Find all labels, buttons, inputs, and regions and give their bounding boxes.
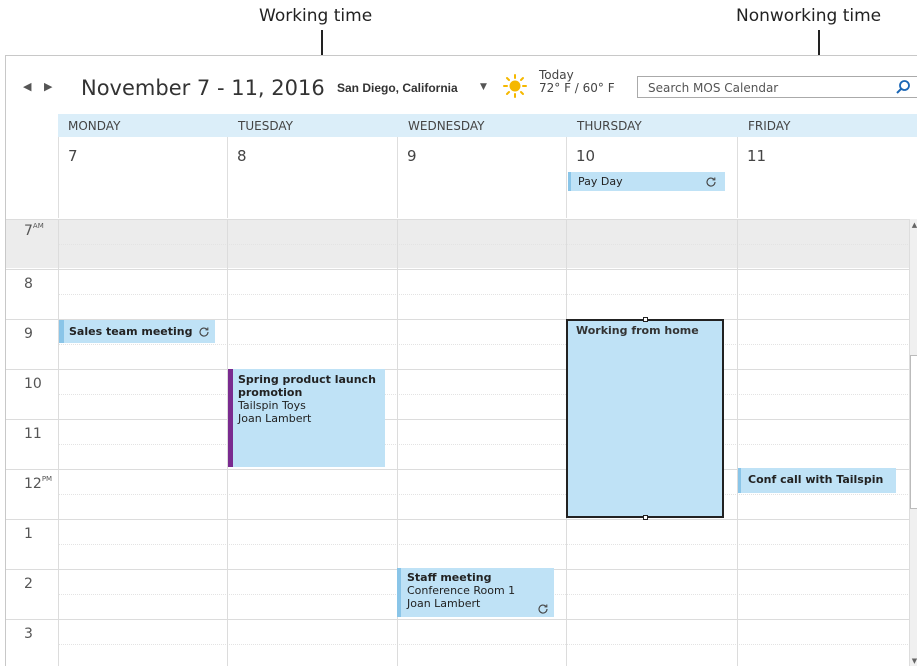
nonworking-time-callout: Nonworking time — [736, 6, 882, 26]
event-working-from-home-selected[interactable]: Working from home — [566, 317, 724, 520]
event-title: Spring product launch promotion — [238, 373, 376, 399]
half-hour-line — [58, 294, 910, 295]
event-details: Spring product launch promotion Tailspin… — [238, 373, 381, 425]
event-pay-day[interactable]: Pay Day — [568, 172, 725, 191]
calendar-window: ◀ ▶ November 7 - 11, 2016 San Diego, Cal… — [5, 55, 917, 666]
hour-label: 9 — [24, 326, 33, 342]
hour-label: 3 — [24, 626, 33, 642]
half-hour-line — [58, 394, 910, 395]
search-icon[interactable] — [895, 79, 911, 95]
day-cell-monday[interactable]: 7 — [58, 137, 228, 218]
event-staff-meeting[interactable]: Staff meeting Conference Room 1 Joan Lam… — [397, 568, 554, 617]
event-color-bar — [397, 568, 401, 617]
weather-temp: 72° F / 60° F — [539, 81, 615, 95]
half-hour-line — [58, 494, 910, 495]
recurring-icon — [538, 604, 548, 614]
date-range-title: November 7 - 11, 2016 — [81, 76, 325, 100]
working-time-callout: Working time — [259, 6, 373, 26]
vertical-scrollbar[interactable]: ▲ ▼ — [909, 219, 917, 666]
day-cell-tuesday[interactable]: 8 — [227, 137, 397, 218]
day-name-wednesday: WEDNESDAY — [408, 119, 485, 133]
day-cell-friday[interactable]: 11 — [737, 137, 910, 218]
event-location: Conference Room 1 — [407, 584, 516, 597]
event-conf-call-tailspin[interactable]: Conf call with Tailspin — [738, 468, 896, 493]
event-details: Staff meeting Conference Room 1 Joan Lam… — [407, 571, 550, 610]
event-location: Tailspin Toys — [238, 399, 306, 412]
hour-label: 1 — [24, 526, 33, 542]
day-number: 11 — [747, 147, 767, 165]
event-color-bar — [738, 468, 741, 493]
scroll-down-arrow-icon[interactable]: ▼ — [910, 655, 917, 666]
event-title: Staff meeting — [407, 571, 492, 584]
event-color-bar — [568, 172, 571, 191]
event-title: Pay Day — [578, 175, 623, 188]
event-organizer: Joan Lambert — [407, 597, 481, 610]
recurring-icon — [706, 177, 716, 187]
half-hour-line — [58, 644, 910, 645]
event-organizer: Joan Lambert — [238, 412, 312, 425]
chevron-right-icon[interactable]: ▶ — [44, 80, 52, 93]
day-number: 9 — [407, 147, 417, 165]
day-number: 7 — [68, 147, 78, 165]
hour-label: 12PM — [24, 475, 53, 492]
hour-label: 8 — [24, 276, 33, 292]
event-color-bar — [228, 369, 233, 467]
location-selector[interactable]: San Diego, California — [337, 81, 458, 95]
event-spring-product-launch[interactable]: Spring product launch promotion Tailspin… — [228, 369, 385, 467]
scroll-up-arrow-icon[interactable]: ▲ — [910, 219, 917, 231]
event-title: Conf call with Tailspin — [748, 473, 884, 486]
day-cell-wednesday[interactable]: 9 — [397, 137, 567, 218]
recurring-icon — [199, 327, 209, 337]
day-header-row: MONDAY TUESDAY WEDNESDAY THURSDAY FRIDAY — [58, 114, 917, 137]
event-title: Working from home — [576, 324, 699, 337]
half-hour-line — [58, 344, 910, 345]
event-color-bar — [59, 320, 64, 343]
hour-label: 11 — [24, 426, 42, 442]
sun-icon — [503, 74, 527, 98]
resize-handle-top[interactable] — [643, 317, 648, 322]
event-title: Sales team meeting — [69, 325, 193, 338]
day-name-tuesday: TUESDAY — [238, 119, 293, 133]
column-divider — [58, 219, 59, 666]
hour-row-3[interactable]: 3 — [6, 619, 910, 666]
resize-handle-bottom[interactable] — [643, 515, 648, 520]
day-name-thursday: THURSDAY — [577, 119, 642, 133]
day-number: 10 — [576, 147, 596, 165]
day-number: 8 — [237, 147, 247, 165]
day-name-monday: MONDAY — [68, 119, 121, 133]
day-name-friday: FRIDAY — [748, 119, 791, 133]
hour-label: 10 — [24, 376, 42, 392]
event-sales-team-meeting[interactable]: Sales team meeting — [59, 320, 215, 343]
half-hour-line — [58, 544, 910, 545]
half-hour-line — [58, 444, 910, 445]
half-hour-line — [58, 244, 910, 245]
hour-label: 2 — [24, 576, 33, 592]
chevron-down-icon[interactable]: ▼ — [480, 82, 487, 92]
chevron-left-icon[interactable]: ◀ — [23, 80, 31, 93]
search-box — [637, 76, 917, 98]
weather-today: Today 72° F / 60° F — [539, 69, 615, 95]
column-divider — [737, 219, 738, 666]
hour-label: 7AM — [24, 222, 44, 239]
scrollbar-thumb[interactable] — [910, 355, 917, 509]
calendar-toolbar: ◀ ▶ November 7 - 11, 2016 San Diego, Cal… — [6, 56, 917, 113]
search-input[interactable] — [648, 80, 888, 95]
